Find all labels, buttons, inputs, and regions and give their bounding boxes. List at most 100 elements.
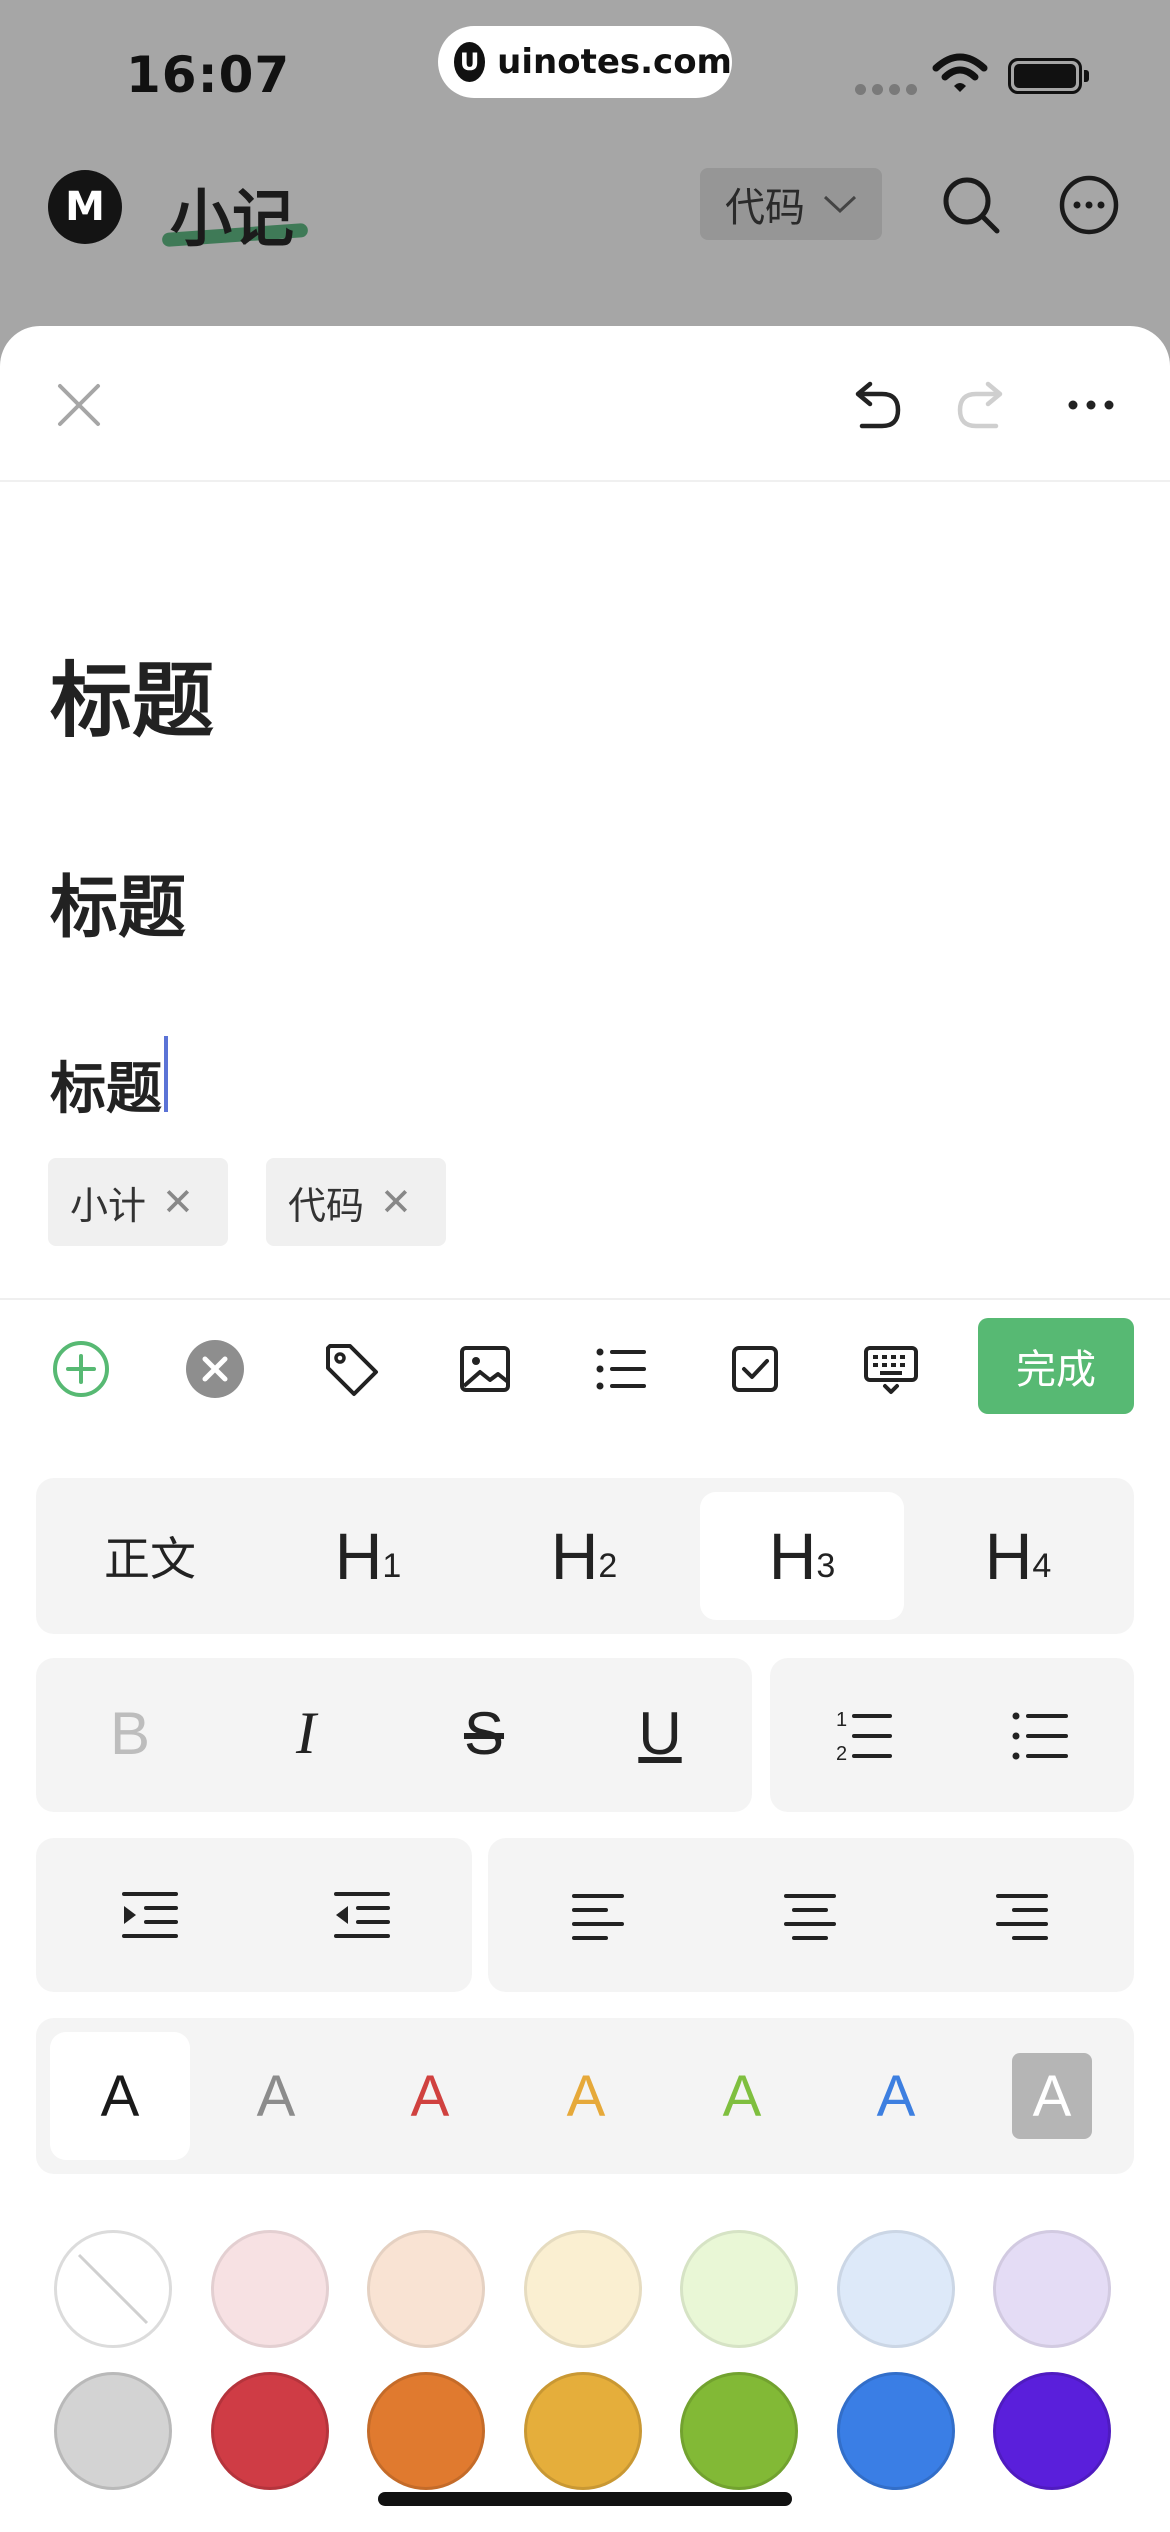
font-color-red[interactable]: A [360, 2032, 500, 2160]
font-color-label: A [566, 2063, 606, 2129]
background-color-swatch[interactable] [523, 2230, 642, 2348]
app-title: 小记 [170, 182, 295, 255]
heading-2-level: 2 [598, 1546, 618, 1585]
background-color-swatch[interactable] [367, 2230, 485, 2348]
svg-text:2: 2 [836, 1743, 847, 1765]
more-horizontal-icon[interactable] [1058, 372, 1124, 438]
home-indicator [378, 2492, 792, 2506]
background-color-swatch[interactable] [836, 2372, 955, 2490]
divider [0, 480, 1170, 482]
background-color-swatch[interactable] [680, 2230, 798, 2348]
heading-1-button[interactable]: H1 [266, 1492, 470, 1620]
font-color-blue[interactable]: A [826, 2032, 966, 2160]
font-color-green[interactable]: A [672, 2032, 812, 2160]
strikethrough-button[interactable]: S [404, 1668, 564, 1798]
background-color-swatch[interactable] [836, 2230, 955, 2348]
heading-1-text[interactable]: 标题 [50, 634, 214, 753]
align-center-icon[interactable] [778, 1884, 842, 1948]
ordered-list-icon[interactable]: 1 2 [832, 1704, 896, 1768]
tag-chip[interactable]: 代码 ✕ [266, 1158, 446, 1246]
redo-icon[interactable] [950, 372, 1016, 438]
indent-icon[interactable] [118, 1884, 182, 1948]
divider [0, 1298, 1170, 1300]
image-icon[interactable] [450, 1334, 520, 1404]
tag-icon[interactable] [316, 1334, 386, 1404]
text-caret [164, 1036, 168, 1112]
heading-3-button[interactable]: H3 [700, 1492, 904, 1620]
italic-label: I [296, 1699, 316, 1766]
remove-tag-icon[interactable]: ✕ [162, 1180, 194, 1224]
no-color-slash-icon [77, 2253, 149, 2325]
status-time: 16:07 [126, 46, 291, 104]
undo-icon[interactable] [842, 372, 908, 438]
chevron-down-icon [823, 195, 857, 214]
category-select[interactable]: 代码 [700, 168, 882, 240]
font-color-yellow[interactable]: A [516, 2032, 656, 2160]
background-color-swatch[interactable] [210, 2230, 329, 2348]
background-color-swatch[interactable] [54, 2372, 172, 2490]
font-color-inverted[interactable]: A [982, 2032, 1122, 2160]
app-logo[interactable]: M [48, 170, 122, 244]
battery-tip [1084, 70, 1089, 82]
font-color-gray[interactable]: A [206, 2032, 346, 2160]
heading-1-level: 1 [382, 1546, 402, 1585]
underline-button[interactable]: U [580, 1668, 740, 1798]
uinotes-logo: U [454, 42, 486, 82]
background-color-swatch[interactable] [680, 2372, 798, 2490]
font-color-label: A [722, 2063, 762, 2129]
category-select-label: 代码 [725, 185, 805, 231]
tag-label: 小计 [70, 1183, 147, 1228]
list-icon[interactable] [586, 1334, 656, 1404]
background-color-swatch[interactable] [993, 2372, 1111, 2490]
outdent-icon[interactable] [330, 1884, 394, 1948]
paragraph-style-label: 正文 [104, 1532, 196, 1586]
bold-label: B [109, 1699, 151, 1767]
font-color-label: A [256, 2063, 296, 2129]
heading-4-label: H [984, 1519, 1033, 1593]
heading-4-level: 4 [1032, 1546, 1052, 1585]
heading-3-text[interactable]: 标题 [50, 1044, 162, 1125]
bold-button[interactable]: B [50, 1668, 210, 1798]
paragraph-style-button[interactable]: 正文 [48, 1492, 252, 1620]
keyboard-icon[interactable] [856, 1334, 926, 1404]
wifi-icon [932, 53, 988, 92]
heading-1-label: H [334, 1519, 383, 1593]
heading-2-button[interactable]: H2 [482, 1492, 686, 1620]
url-text: uinotes.com [497, 42, 732, 82]
background-color-swatch[interactable] [523, 2372, 642, 2490]
url-pill[interactable]: U uinotes.com [438, 26, 732, 98]
remove-tag-icon[interactable]: ✕ [380, 1180, 412, 1224]
font-color-label: A [410, 2063, 450, 2129]
italic-button[interactable]: I [226, 1668, 386, 1798]
bullet-list-icon[interactable] [1008, 1704, 1072, 1768]
no-background-swatch[interactable] [54, 2230, 172, 2348]
clear-circle-icon[interactable] [180, 1334, 250, 1404]
font-color-label: A [100, 2063, 140, 2129]
battery-icon [1008, 58, 1082, 94]
font-color-black[interactable]: A [50, 2032, 190, 2160]
heading-2-label: H [550, 1519, 599, 1593]
cellular-signal-icon [855, 84, 917, 95]
heading-3-level: 3 [816, 1546, 836, 1585]
heading-3-label: H [768, 1519, 817, 1593]
background-color-swatch[interactable] [367, 2372, 485, 2490]
more-circle-icon[interactable] [1058, 174, 1120, 236]
font-color-label: A [1012, 2053, 1092, 2139]
background-color-swatch[interactable] [993, 2230, 1111, 2348]
font-color-label: A [876, 2063, 916, 2129]
background-color-swatch[interactable] [210, 2372, 329, 2490]
align-right-icon[interactable] [990, 1884, 1054, 1948]
done-button[interactable]: 完成 [978, 1318, 1134, 1414]
svg-text:1: 1 [836, 1709, 847, 1731]
tag-chip[interactable]: 小计 ✕ [48, 1158, 228, 1246]
strikethrough-label: S [463, 1699, 505, 1767]
heading-4-button[interactable]: H4 [916, 1492, 1120, 1620]
list-style-group [770, 1658, 1134, 1812]
add-circle-icon[interactable] [46, 1334, 116, 1404]
search-icon[interactable] [940, 174, 1002, 236]
heading-2-text[interactable]: 标题 [50, 852, 186, 951]
close-icon[interactable] [46, 372, 112, 438]
underline-label: U [638, 1699, 682, 1767]
checkbox-icon[interactable] [720, 1334, 790, 1404]
align-left-icon[interactable] [566, 1884, 630, 1948]
